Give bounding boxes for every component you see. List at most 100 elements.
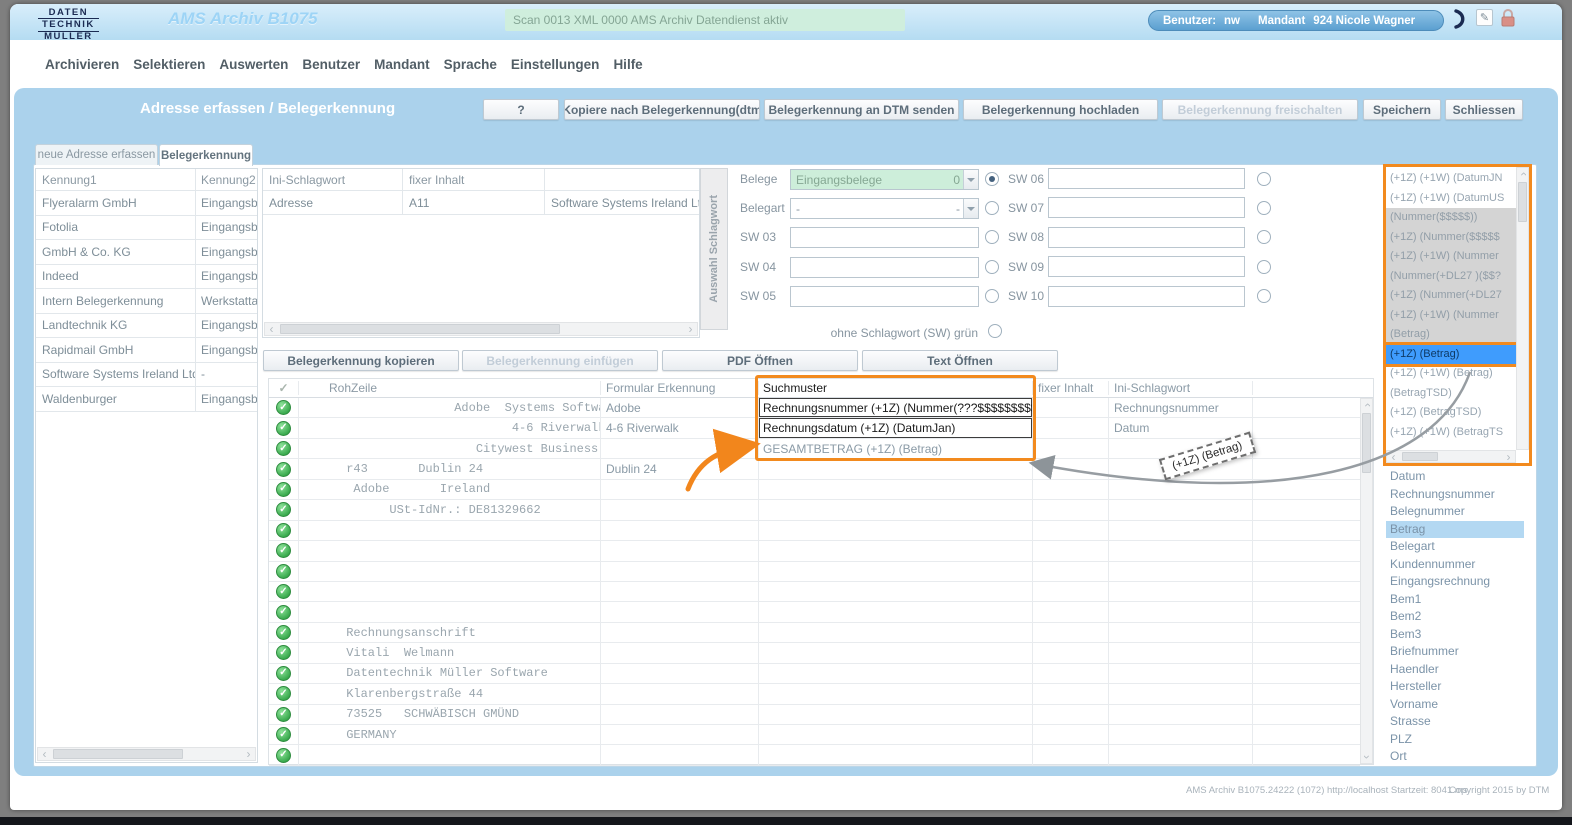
- check-column-header[interactable]: ✓: [269, 381, 299, 395]
- suchmuster-cell[interactable]: [759, 623, 1033, 642]
- scroll-right-arrow[interactable]: ›: [684, 323, 697, 335]
- sw-select-radio[interactable]: [985, 289, 999, 303]
- kopiere-nach-belegerkennung-button[interactable]: Kopiere nach Belegerkennung(dtm: [564, 99, 760, 120]
- table-row[interactable]: ✓: [269, 582, 1360, 602]
- fixer-inhalt-cell[interactable]: [1033, 541, 1109, 560]
- fixer-inhalt-cell[interactable]: [1033, 643, 1109, 662]
- kennung-hscrollbar[interactable]: ‹ ›: [37, 747, 256, 761]
- suchmuster-cell[interactable]: [759, 582, 1033, 601]
- sw-far-radio[interactable]: [1257, 201, 1271, 215]
- menu-item[interactable]: Auswerten: [219, 57, 288, 72]
- suchmuster-cell[interactable]: [759, 521, 1033, 540]
- ini-schlagwort-header[interactable]: Ini-Schlagwort: [1109, 381, 1253, 395]
- keyword-list-item[interactable]: Rechnungsnummer: [1386, 486, 1524, 504]
- kennung-table-row[interactable]: Fotolia Eingangsbe: [36, 216, 257, 241]
- chevron-down-icon[interactable]: [963, 170, 978, 189]
- table-row[interactable]: ✓ USt-IdNr.: DE81329662: [269, 500, 1360, 520]
- fixer-inhalt-cell[interactable]: [1033, 459, 1109, 478]
- kennung1-header[interactable]: Kennung1: [36, 169, 196, 190]
- belegart-combo[interactable]: - -: [790, 198, 979, 219]
- pattern-list-item[interactable]: (+1Z) (+1W) (Nummer: [1386, 247, 1516, 267]
- table-vscrollbar[interactable]: › ›: [1360, 398, 1373, 764]
- kennung-table-row[interactable]: Waldenburger Eingangsbe: [36, 387, 257, 412]
- scroll-thumb[interactable]: [53, 749, 183, 759]
- tab-neue-adresse-erfassen[interactable]: neue Adresse erfassen: [35, 144, 158, 165]
- pattern-hscrollbar[interactable]: ‹ ›: [1386, 450, 1516, 463]
- table-row[interactable]: ✓ Klarenbergstraße 44: [269, 684, 1360, 704]
- table-row[interactable]: ✓ Adobe Ireland: [269, 480, 1360, 500]
- pattern-vscrollbar[interactable]: ›: [1516, 167, 1529, 450]
- pattern-list-item[interactable]: (+1Z) (Nummer(+DL27: [1386, 286, 1516, 306]
- help-button[interactable]: ?: [483, 99, 559, 120]
- menu-item[interactable]: Sprache: [444, 57, 497, 72]
- scroll-thumb[interactable]: [1402, 452, 1438, 461]
- ini-schlagwort-cell[interactable]: [1109, 705, 1253, 724]
- ini-schlagwort-cell[interactable]: Rechnungsnummer: [1109, 398, 1253, 417]
- table-row[interactable]: ✓ Adobe Systems Software Adobe Rechnungs…: [269, 398, 1360, 418]
- belegerkennung-kopieren-button[interactable]: Belegerkennung kopieren: [263, 350, 459, 371]
- sw-value-input[interactable]: [1048, 168, 1245, 189]
- sw-value-input[interactable]: [1048, 256, 1245, 277]
- table-row[interactable]: ✓: [269, 562, 1360, 582]
- ini-schlagwort-cell[interactable]: [1109, 684, 1253, 703]
- sw-select-radio[interactable]: [985, 172, 999, 186]
- table-row[interactable]: ✓ 4-6 Riverwalk 4-6 Riverwalk Rechnungsd…: [269, 418, 1360, 438]
- scroll-track[interactable]: [1400, 451, 1502, 462]
- sw-value-input[interactable]: [1048, 197, 1245, 218]
- keyword-list-item[interactable]: Betrag: [1386, 521, 1524, 539]
- scroll-left-arrow[interactable]: ‹: [265, 323, 278, 335]
- scroll-thumb[interactable]: [1518, 182, 1527, 222]
- suchmuster-cell[interactable]: [759, 725, 1033, 744]
- kennung2-header[interactable]: Kennung2: [196, 169, 257, 190]
- kennung-table-row[interactable]: Intern Belegerkennung Werkstattau: [36, 289, 257, 314]
- scroll-track[interactable]: [278, 323, 684, 335]
- pattern-list-item[interactable]: (+1Z) (Nummer($$$$$: [1386, 228, 1516, 248]
- scroll-right-arrow[interactable]: ›: [242, 748, 255, 760]
- sw-far-radio[interactable]: [1257, 260, 1271, 274]
- suchmuster-header[interactable]: Suchmuster: [759, 381, 1033, 395]
- scroll-up-arrow[interactable]: ›: [1516, 168, 1529, 180]
- scroll-up-arrow[interactable]: ›: [1360, 399, 1373, 411]
- suchmuster-cell[interactable]: Rechnungsdatum (+1Z) (DatumJan): [759, 418, 1033, 437]
- fixer-inhalt-cell[interactable]: [1033, 582, 1109, 601]
- ini-schlagwort-cell[interactable]: [1109, 725, 1253, 744]
- kennung-table-row[interactable]: Software Systems Ireland Ltd -: [36, 363, 257, 388]
- scroll-thumb[interactable]: [1362, 413, 1371, 473]
- pattern-list-item[interactable]: (Nummer($$$$$)): [1386, 208, 1516, 228]
- kennung-table-row[interactable]: Indeed Eingangsbe: [36, 265, 257, 290]
- kennung-table-row[interactable]: GmbH & Co. KG Eingangsbe: [36, 240, 257, 265]
- sw-select-radio[interactable]: [985, 260, 999, 274]
- fixer-inhalt-cell[interactable]: [1033, 398, 1109, 417]
- sw-far-radio[interactable]: [1257, 172, 1271, 186]
- keyword-list-item[interactable]: Bem2: [1386, 608, 1524, 626]
- scroll-left-arrow[interactable]: ‹: [1387, 451, 1400, 463]
- fixer-inhalt-cell[interactable]: [1033, 602, 1109, 621]
- keyword-list-item[interactable]: Belegnummer: [1386, 503, 1524, 521]
- ini-schlagwort-cell[interactable]: [1109, 541, 1253, 560]
- scroll-thumb[interactable]: [280, 324, 560, 334]
- kennung-table-row[interactable]: Rapidmail GmbH Eingangsbe: [36, 338, 257, 363]
- speichern-button[interactable]: Speichern: [1363, 99, 1441, 120]
- lock-icon[interactable]: [1500, 9, 1516, 28]
- table-row[interactable]: ✓ Rechnungsanschrift: [269, 623, 1360, 643]
- pattern-list-item[interactable]: (Betrag): [1386, 325, 1516, 345]
- kennung-table-row[interactable]: Landtechnik KG Eingangsbe: [36, 314, 257, 339]
- menu-item[interactable]: Mandant: [374, 57, 430, 72]
- suchmuster-cell[interactable]: [759, 459, 1033, 478]
- pattern-list-item[interactable]: (+1Z) (+1W) (BetragTS: [1386, 423, 1516, 443]
- pattern-list-item[interactable]: (+1Z) (+1W) (Betrag): [1386, 364, 1516, 384]
- table-row[interactable]: ✓: [269, 745, 1360, 765]
- scroll-track[interactable]: [1361, 411, 1372, 751]
- keyword-list-item[interactable]: Kundennummer: [1386, 556, 1524, 574]
- suchmuster-cell[interactable]: [759, 705, 1033, 724]
- ini-schlagwort-header[interactable]: Ini-Schlagwort: [263, 169, 403, 190]
- pattern-list-item[interactable]: (+1Z) (+1W) (DatumJN: [1386, 169, 1516, 189]
- ini-schlagwort-cell[interactable]: [1109, 643, 1253, 662]
- fixer-inhalt-cell[interactable]: [1033, 521, 1109, 540]
- text-oeffnen-button[interactable]: Text Öffnen: [862, 350, 1058, 371]
- fixer-inhalt-header[interactable]: fixer Inhalt: [1033, 381, 1109, 395]
- fixer-inhalt-cell[interactable]: [1033, 418, 1109, 437]
- table-row[interactable]: ✓: [269, 602, 1360, 622]
- suchmuster-cell[interactable]: [759, 500, 1033, 519]
- pattern-list-item[interactable]: (BetragTSD): [1386, 384, 1516, 404]
